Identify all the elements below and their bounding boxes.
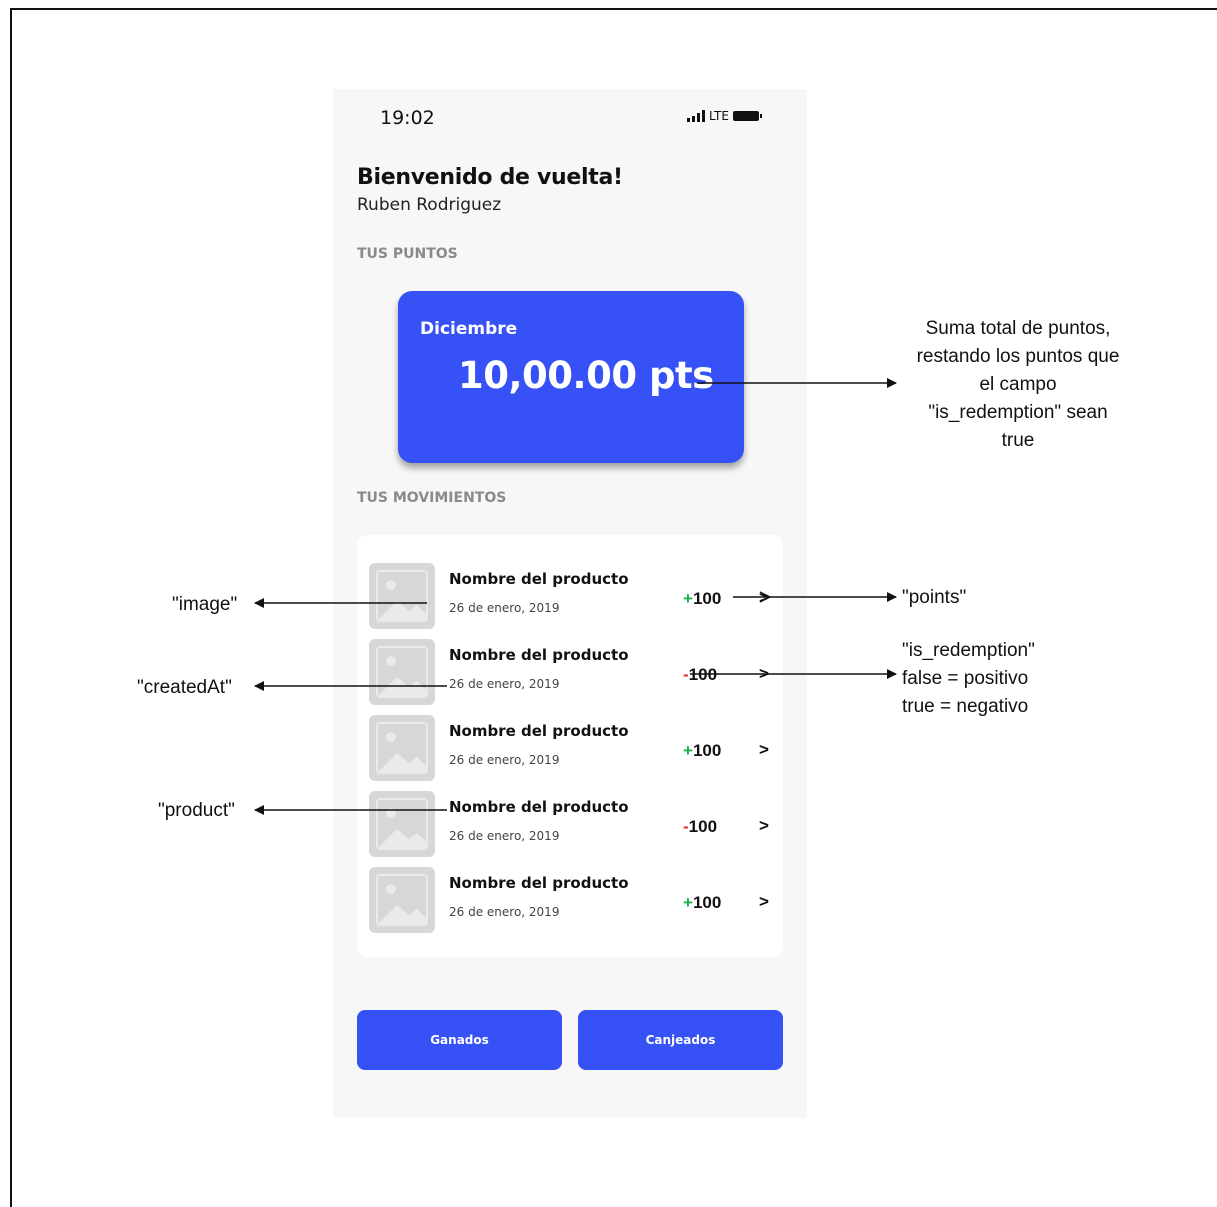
product-note: "product"	[158, 800, 235, 821]
is-redemption-note: "is_redemption" false = positivo true = …	[902, 640, 1035, 717]
image-note: "image"	[172, 594, 238, 615]
created-at-note: "createdAt"	[137, 677, 232, 698]
points-note: "points"	[902, 587, 967, 608]
total-points-note: Suma total de puntos, restando los punto…	[916, 318, 1120, 451]
